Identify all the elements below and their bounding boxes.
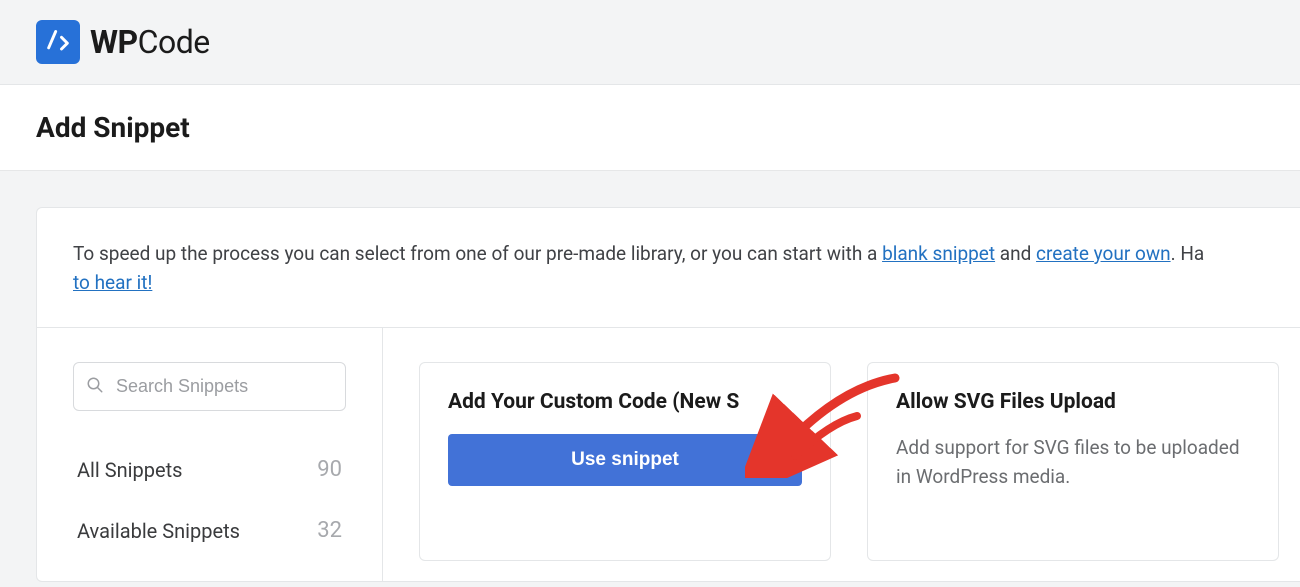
blank-snippet-link[interactable]: blank snippet bbox=[882, 242, 995, 265]
card-title: Allow SVG Files Upload bbox=[896, 389, 1250, 416]
search-input[interactable] bbox=[73, 362, 346, 411]
page-title: Add Snippet bbox=[36, 111, 1264, 144]
to-hear-it-link[interactable]: to hear it! bbox=[73, 271, 152, 294]
create-your-own-link[interactable]: create your own bbox=[1036, 242, 1171, 265]
search-icon bbox=[86, 376, 104, 398]
top-bar: WPCode bbox=[0, 0, 1300, 85]
intro-part2: and bbox=[995, 242, 1036, 265]
sidebar-item-count: 90 bbox=[317, 457, 342, 482]
intro-text: To speed up the process you can select f… bbox=[37, 208, 1300, 327]
main-panel: To speed up the process you can select f… bbox=[36, 207, 1300, 582]
card-custom-code: Add Your Custom Code (New S Use snippet bbox=[419, 362, 831, 561]
brand-logo[interactable]: WPCode bbox=[36, 20, 1264, 64]
intro-part3: . Ha bbox=[1171, 242, 1205, 265]
card-allow-svg: Allow SVG Files Upload Add support for S… bbox=[867, 362, 1279, 561]
sidebar-item-available-snippets[interactable]: Available Snippets 32 bbox=[73, 500, 346, 561]
wpcode-logo-icon bbox=[36, 20, 80, 64]
sidebar-item-all-snippets[interactable]: All Snippets 90 bbox=[73, 439, 346, 500]
cards-area: Add Your Custom Code (New S Use snippet … bbox=[383, 328, 1300, 581]
brand-name: WPCode bbox=[90, 23, 210, 61]
title-bar: Add Snippet bbox=[0, 85, 1300, 171]
intro-part1: To speed up the process you can select f… bbox=[73, 242, 882, 265]
sidebar-item-label: Available Snippets bbox=[77, 519, 240, 543]
use-snippet-button[interactable]: Use snippet bbox=[448, 434, 802, 486]
card-description: Add support for SVG files to be uploaded… bbox=[896, 434, 1250, 491]
sidebar-item-count: 32 bbox=[317, 518, 342, 543]
card-title: Add Your Custom Code (New S bbox=[448, 389, 802, 416]
sidebar-item-label: All Snippets bbox=[77, 458, 182, 482]
category-list: All Snippets 90 Available Snippets 32 bbox=[73, 439, 346, 561]
sidebar: All Snippets 90 Available Snippets 32 bbox=[37, 328, 383, 581]
